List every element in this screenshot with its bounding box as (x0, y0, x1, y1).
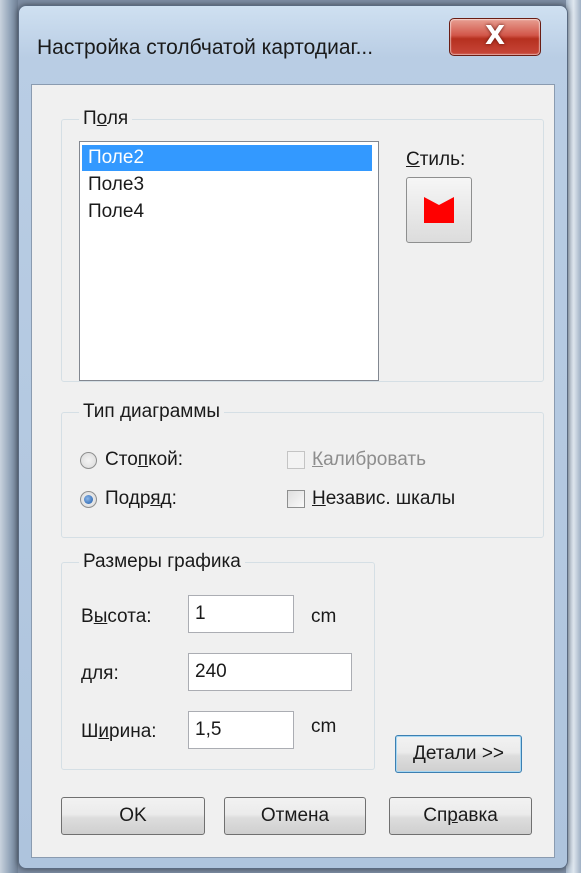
independent-scales-label[interactable]: Независ. шкалы (312, 488, 455, 510)
width-label: Ширина: (81, 721, 157, 742)
style-button[interactable] (406, 177, 472, 243)
stacked-radio[interactable] (80, 452, 97, 469)
cancel-button[interactable]: Отмена (224, 797, 366, 835)
height-input[interactable]: 1 (188, 595, 294, 633)
close-icon: X (484, 21, 506, 51)
title-bar[interactable]: Настройка столбчатой картодиаг... X (19, 6, 567, 84)
style-label: Стиль: (406, 149, 466, 170)
ok-button[interactable]: OK (61, 797, 205, 835)
radio-selected-dot (84, 495, 93, 504)
list-item-field2[interactable]: Поле2 (82, 145, 372, 171)
in-row-label[interactable]: Подряд: (105, 488, 177, 510)
list-item-field3[interactable]: Поле3 (82, 172, 372, 198)
calibrate-checkbox (287, 451, 305, 469)
independent-scales-checkbox[interactable] (287, 490, 305, 508)
list-item-field4[interactable]: Поле4 (82, 199, 372, 225)
chart-type-group-title: Тип диаграммы (79, 401, 225, 423)
for-input[interactable]: 240 (188, 653, 352, 691)
dialog-window: Настройка столбчатой картодиаг... X Поля… (18, 5, 568, 869)
window-title: Настройка столбчатой картодиаг... (37, 36, 374, 59)
close-button[interactable]: X (449, 18, 541, 56)
background-window-edge-right (566, 0, 581, 873)
stacked-label[interactable]: Стопкой: (105, 449, 183, 471)
calibrate-label: Калибровать (312, 449, 426, 470)
fields-listbox[interactable]: Поле2 Поле3 Поле4 (79, 141, 379, 381)
in-row-radio[interactable] (80, 491, 97, 508)
for-label: для: (81, 663, 119, 684)
width-unit: cm (311, 716, 337, 737)
height-label: Высота: (81, 606, 152, 627)
width-input[interactable]: 1,5 (188, 711, 294, 749)
dialog-client-area: Поля Поле2 Поле3 Поле4 Стиль: Тип диагра… (31, 84, 555, 858)
bar-style-swatch-icon (424, 197, 454, 223)
chart-size-group-title: Размеры графика (79, 551, 245, 573)
chart-type-group (61, 412, 544, 538)
help-button[interactable]: Справка (389, 797, 532, 835)
details-button[interactable]: Детали >> (395, 735, 522, 773)
background-window-edge-left (0, 0, 18, 873)
height-unit: cm (311, 606, 337, 627)
fields-group-title: Поля (79, 108, 133, 130)
